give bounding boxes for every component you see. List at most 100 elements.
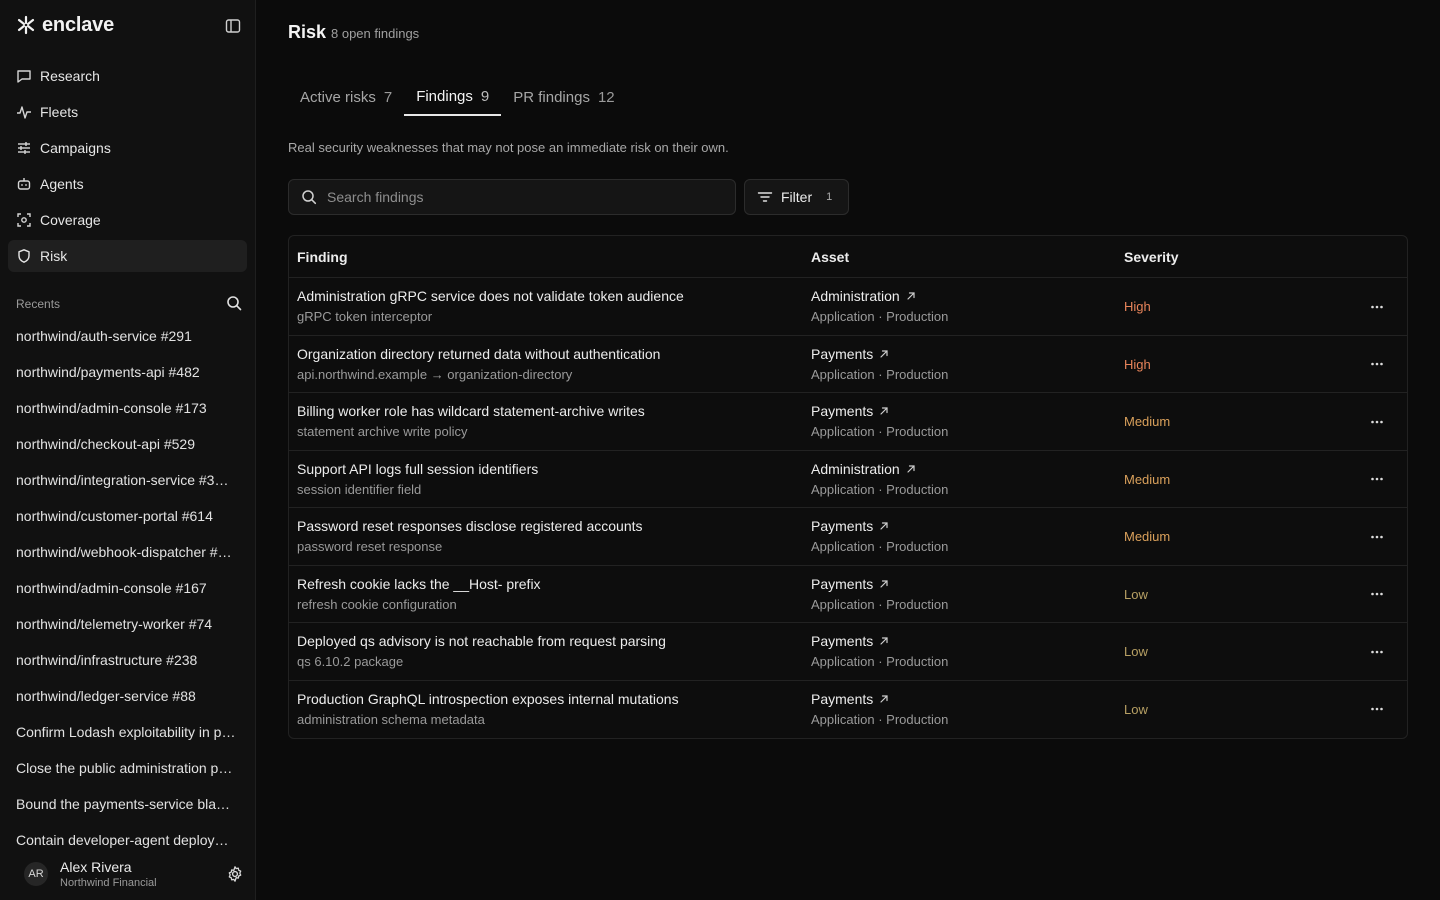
recent-item[interactable]: northwind/admin-console #173	[16, 390, 240, 426]
finding-title: Support API logs full session identifier…	[297, 460, 539, 477]
asset-link[interactable]: Payments	[811, 346, 1111, 362]
row-actions-button[interactable]	[1369, 681, 1385, 738]
brand-logo[interactable]: enclave	[16, 12, 114, 38]
user-org: Northwind Financial	[60, 877, 157, 889]
tab-label: PR findings	[513, 88, 590, 106]
table-row[interactable]: Deployed qs advisory is not reachable fr…	[289, 623, 1407, 681]
tab-findings[interactable]: Findings 9	[404, 78, 502, 116]
recent-item[interactable]: northwind/telemetry-worker #74	[16, 606, 240, 642]
recents-search-button[interactable]	[226, 295, 242, 314]
recent-item[interactable]: northwind/payments-api #482	[16, 354, 240, 390]
table-row[interactable]: Password reset responses disclose regist…	[289, 508, 1407, 566]
asset-meta: Application · Production	[811, 424, 949, 439]
asset-link[interactable]: Payments	[811, 403, 1111, 419]
filter-button[interactable]: Filter 1	[744, 179, 849, 215]
recent-item[interactable]: Close the public administration p…	[16, 750, 240, 786]
search-box	[288, 179, 736, 215]
nav-item-label: Agents	[40, 176, 84, 192]
finding-title: Password reset responses disclose regist…	[297, 518, 643, 534]
table-row[interactable]: Billing worker role has wildcard stateme…	[289, 393, 1407, 451]
table-header: Finding Asset Severity	[289, 236, 1407, 278]
row-actions-button[interactable]	[1369, 451, 1385, 508]
recent-item[interactable]: northwind/integration-service #3…	[16, 462, 240, 498]
column-header-finding[interactable]: Finding	[297, 249, 348, 265]
asset-link[interactable]: Administration	[811, 461, 1111, 477]
recent-item[interactable]: northwind/customer-portal #614	[16, 498, 240, 534]
asset-meta: Application · Production	[811, 654, 949, 669]
nav-item-fleets[interactable]: Fleets	[8, 96, 247, 128]
asset-link[interactable]: Payments	[811, 633, 1111, 649]
nav-item-coverage[interactable]: Coverage	[8, 204, 247, 236]
nav-item-risk[interactable]: Risk	[8, 240, 247, 272]
table-row[interactable]: Refresh cookie lacks the __Host- prefix …	[289, 566, 1407, 623]
finding-title: Deployed qs advisory is not reachable fr…	[297, 633, 666, 649]
recent-item[interactable]: northwind/infrastructure #238	[16, 642, 240, 678]
asset-cell: Payments Application · Production	[811, 633, 1111, 669]
arrow-up-right-icon	[907, 292, 915, 300]
row-actions-button[interactable]	[1369, 508, 1385, 565]
asset-name: Payments	[811, 403, 874, 419]
sidebar-toggle-icon	[225, 19, 241, 33]
table-row[interactable]: Production GraphQL introspection exposes…	[289, 681, 1407, 739]
collapse-sidebar-button[interactable]	[222, 15, 244, 37]
recent-item[interactable]: northwind/webhook-dispatcher #…	[16, 534, 240, 570]
finding-title: Billing worker role has wildcard stateme…	[297, 403, 645, 419]
search-icon	[302, 190, 317, 205]
tab-count: 7	[383, 88, 393, 106]
asset-link[interactable]: Administration	[811, 288, 1111, 304]
arrow-up-right-icon	[880, 637, 888, 645]
table-row[interactable]: Organization directory returned data wit…	[289, 336, 1407, 393]
shield-icon	[16, 248, 32, 264]
tab-count: 12	[597, 88, 615, 106]
asset-link[interactable]: Payments	[811, 576, 1111, 592]
nav-item-agents[interactable]: Agents	[8, 168, 247, 200]
table-row[interactable]: Administration gRPC service does not val…	[289, 278, 1407, 336]
nav-item-research[interactable]: Research	[8, 60, 247, 92]
column-header-severity[interactable]: Severity	[1124, 249, 1178, 265]
settings-button[interactable]	[226, 865, 244, 883]
scan-icon	[16, 212, 32, 228]
asset-name: Administration	[811, 288, 900, 304]
search-findings-input[interactable]	[327, 189, 707, 205]
findings-table: Finding Asset Severity Administration gR…	[288, 235, 1408, 739]
row-actions-button[interactable]	[1369, 336, 1385, 393]
asset-link[interactable]: Payments	[811, 518, 1111, 534]
recent-item[interactable]: Contain developer-agent deploy…	[16, 822, 240, 858]
arrow-up-right-icon	[880, 694, 888, 703]
recent-item[interactable]: northwind/checkout-api #529	[16, 426, 240, 462]
row-actions-button[interactable]	[1369, 623, 1385, 680]
asset-cell: Payments Application · Production	[811, 346, 1111, 382]
row-actions-button[interactable]	[1369, 278, 1385, 335]
row-actions-button[interactable]	[1369, 566, 1385, 623]
page-title: Risk	[288, 22, 327, 42]
severity-badge: Low	[1124, 644, 1148, 659]
recent-item[interactable]: northwind/auth-service #291	[16, 318, 240, 354]
row-actions-button[interactable]	[1369, 393, 1385, 450]
severity-badge: Medium	[1124, 471, 1171, 487]
more-horizontal-icon	[1371, 707, 1383, 711]
recent-item[interactable]: Confirm Lodash exploitability in p…	[16, 714, 240, 750]
recent-item[interactable]: Bound the payments-service bla…	[16, 786, 240, 822]
asset-meta: Application · Production	[811, 711, 949, 727]
finding-detail: statement archive write policy	[297, 424, 468, 439]
asset-link[interactable]: Payments	[811, 691, 1111, 707]
user-profile[interactable]: AR Alex Rivera Northwind Financial	[16, 856, 246, 892]
finding-title: Production GraphQL introspection exposes…	[297, 690, 679, 707]
finding-detail: api.northwind.example → organization-dir…	[297, 366, 573, 382]
arrow-up-right-icon	[880, 349, 888, 358]
sidebar: enclave Research Fleets Campaigns Agents…	[0, 0, 256, 900]
finding-cell: Refresh cookie lacks the __Host- prefix …	[297, 576, 797, 612]
asset-cell: Payments Application · Production	[811, 518, 1111, 554]
column-header-asset[interactable]: Asset	[811, 249, 849, 265]
table-row[interactable]: Support API logs full session identifier…	[289, 451, 1407, 508]
nav-item-campaigns[interactable]: Campaigns	[8, 132, 247, 164]
tab-active-risks[interactable]: Active risks 7	[288, 78, 404, 116]
tab-pr-findings[interactable]: PR findings 12	[501, 78, 626, 116]
asset-cell: Payments Application · Production	[811, 403, 1111, 439]
asset-name: Payments	[811, 518, 874, 534]
recent-item[interactable]: northwind/ledger-service #88	[16, 678, 240, 714]
recent-item[interactable]: northwind/admin-console #167	[16, 570, 240, 606]
gear-icon	[228, 866, 242, 882]
nav-item-label: Coverage	[40, 212, 101, 228]
asset-cell: Payments Application · Production	[811, 691, 1111, 727]
